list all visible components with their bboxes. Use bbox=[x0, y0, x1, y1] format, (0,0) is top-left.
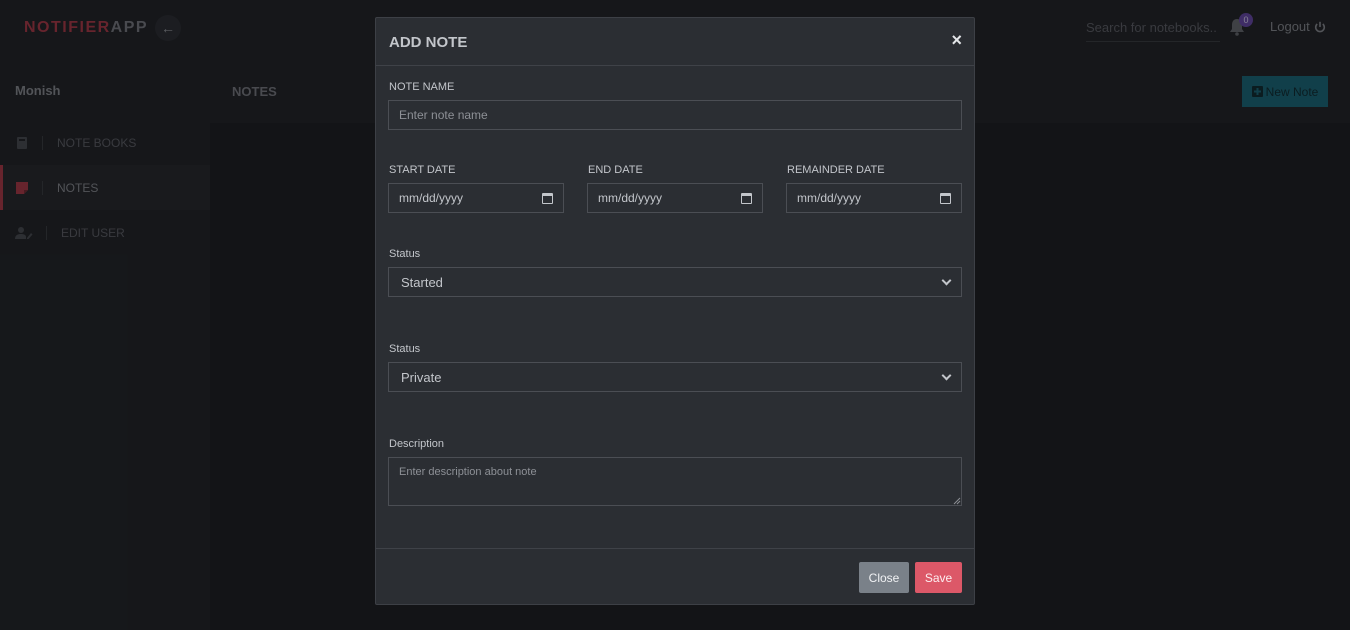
note-name-input[interactable] bbox=[388, 100, 962, 130]
start-date-placeholder: mm/dd/yyyy bbox=[399, 191, 464, 205]
calendar-icon[interactable] bbox=[741, 192, 752, 204]
close-button[interactable]: Close bbox=[859, 562, 909, 593]
start-date-input[interactable]: mm/dd/yyyy bbox=[388, 183, 564, 213]
remainder-date-placeholder: mm/dd/yyyy bbox=[797, 191, 862, 205]
chevron-down-icon bbox=[941, 275, 952, 285]
close-icon[interactable]: × bbox=[951, 30, 962, 51]
save-button[interactable]: Save bbox=[915, 562, 962, 593]
visibility-select[interactable]: Private bbox=[388, 362, 962, 392]
description-textarea[interactable] bbox=[388, 457, 962, 506]
start-date-label: START DATE bbox=[389, 164, 456, 176]
add-note-modal: ADD NOTE × NOTE NAME START DATE mm/dd/yy… bbox=[375, 17, 975, 605]
resize-grip-icon[interactable] bbox=[953, 497, 961, 505]
calendar-icon[interactable] bbox=[542, 192, 553, 204]
calendar-icon[interactable] bbox=[940, 192, 951, 204]
chevron-down-icon bbox=[941, 370, 952, 380]
status-select[interactable]: Started bbox=[388, 267, 962, 297]
end-date-input[interactable]: mm/dd/yyyy bbox=[587, 183, 763, 213]
status-label: Status bbox=[389, 248, 421, 260]
note-name-label: NOTE NAME bbox=[389, 81, 455, 93]
end-date-placeholder: mm/dd/yyyy bbox=[598, 191, 663, 205]
modal-footer: Close Save bbox=[376, 548, 974, 604]
modal-header: ADD NOTE × bbox=[376, 18, 974, 66]
description-label: Description bbox=[389, 438, 445, 450]
remainder-date-input[interactable]: mm/dd/yyyy bbox=[786, 183, 962, 213]
remainder-date-label: REMAINDER DATE bbox=[787, 164, 885, 176]
status-value: Started bbox=[401, 274, 443, 290]
end-date-label: END DATE bbox=[588, 164, 643, 176]
modal-title: ADD NOTE bbox=[389, 34, 468, 51]
visibility-label: Status bbox=[389, 343, 421, 355]
visibility-value: Private bbox=[401, 369, 442, 385]
